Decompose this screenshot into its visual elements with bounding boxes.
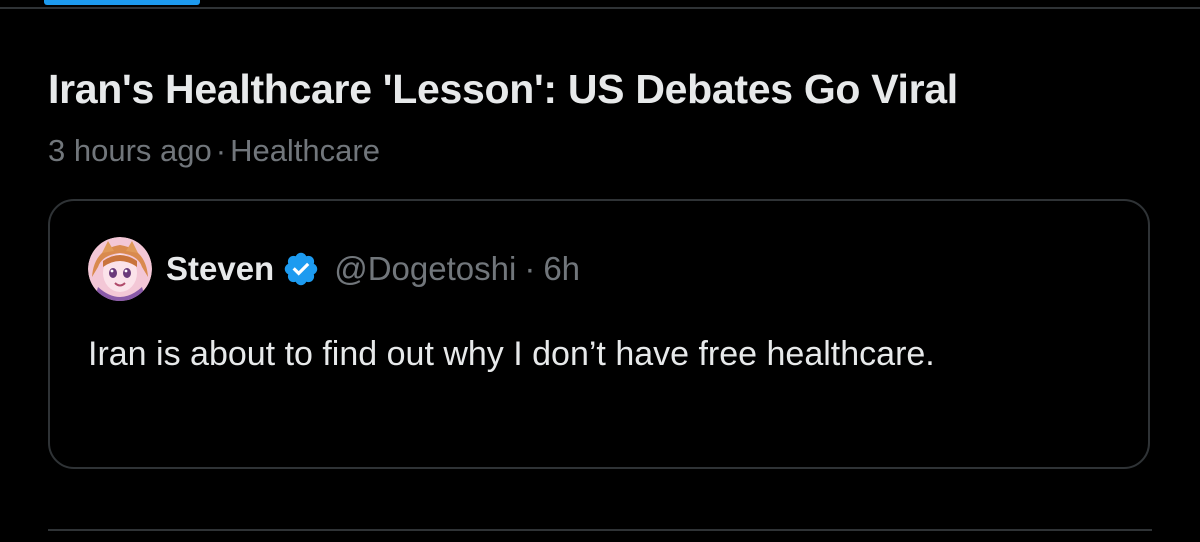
story-title[interactable]: Iran's Healthcare 'Lesson': US Debates G… bbox=[48, 66, 958, 113]
bottom-divider bbox=[48, 529, 1152, 531]
active-tab-indicator bbox=[44, 0, 200, 5]
story-category[interactable]: Healthcare bbox=[230, 133, 380, 168]
meta-separator: · bbox=[215, 133, 227, 168]
quoted-post-text: Iran is about to find out why I don’t ha… bbox=[88, 335, 935, 373]
story-meta: 3 hours ago · Healthcare bbox=[48, 133, 380, 169]
quoted-post-header: Steven @Dogetoshi · 6h bbox=[88, 237, 580, 301]
avatar[interactable] bbox=[88, 237, 152, 301]
handle-separator: · bbox=[524, 250, 536, 287]
author-handle-and-time: @Dogetoshi · 6h bbox=[334, 250, 580, 288]
author-handle[interactable]: @Dogetoshi bbox=[334, 250, 516, 287]
post-time[interactable]: 6h bbox=[543, 250, 580, 287]
quoted-post-card[interactable]: Steven @Dogetoshi · 6h Iran is about to fi… bbox=[48, 199, 1150, 469]
anime-avatar-icon bbox=[88, 237, 152, 301]
verified-badge-icon bbox=[284, 252, 318, 286]
story-time-ago: 3 hours ago bbox=[48, 133, 212, 168]
author-name[interactable]: Steven bbox=[166, 250, 274, 288]
top-divider bbox=[0, 7, 1200, 9]
